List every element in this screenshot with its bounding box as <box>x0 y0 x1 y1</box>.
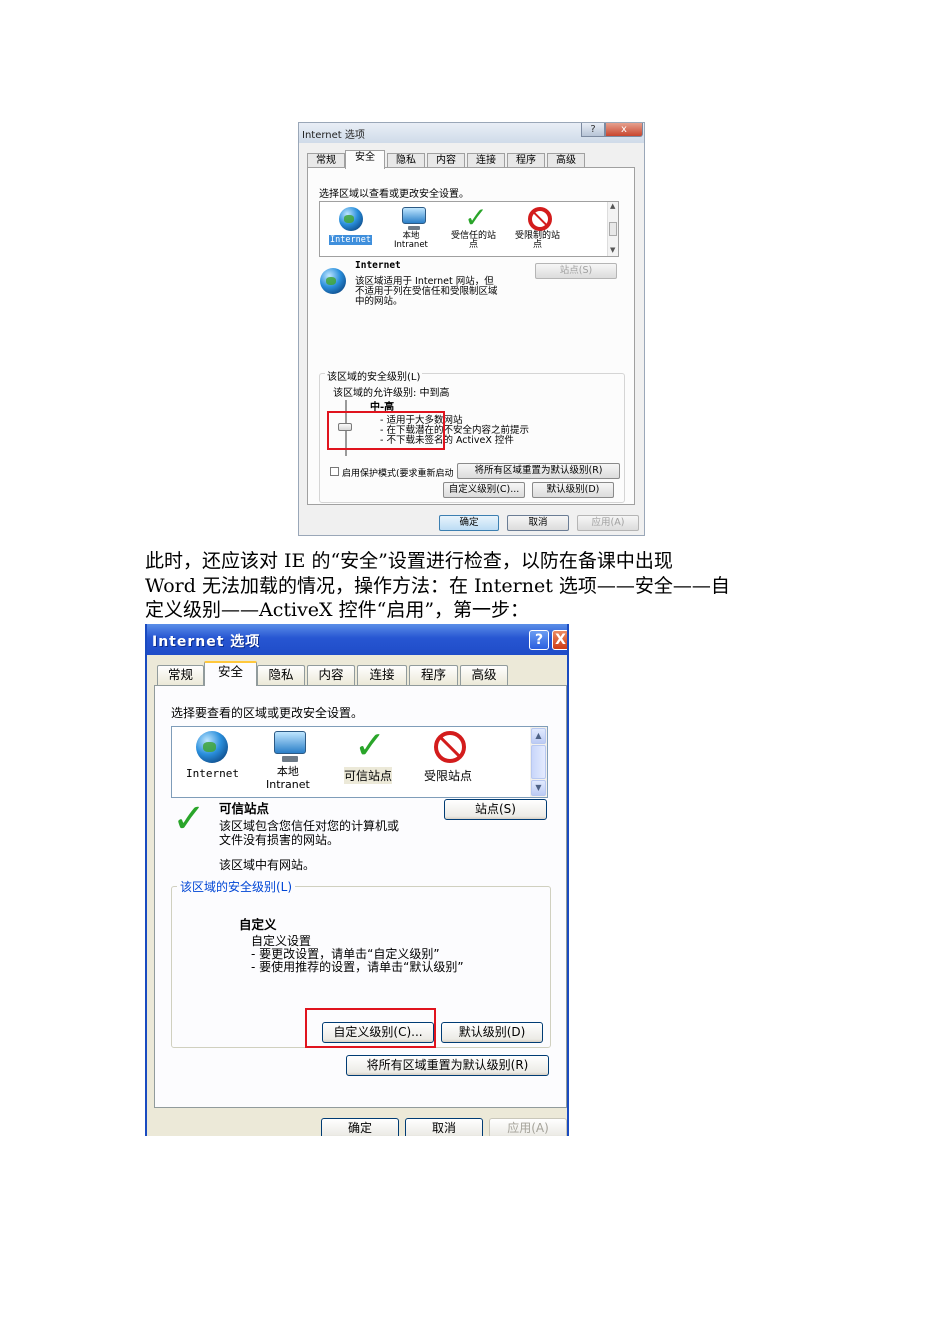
zone-label: 受限站点 <box>424 769 473 783</box>
zone-local-intranet[interactable]: 本地 Intranet <box>256 729 320 795</box>
zone-restricted-sites[interactable]: 受限站点 <box>418 729 482 795</box>
computer-icon <box>274 731 306 763</box>
sites-button[interactable]: 站点(S) <box>444 799 547 820</box>
tab-advanced[interactable]: 高级 <box>460 665 508 685</box>
zone-label: 可信站点 <box>344 767 393 784</box>
tab-general[interactable]: 常规 <box>157 665 204 685</box>
tab-privacy[interactable]: 隐私 <box>257 665 305 685</box>
tab-privacy[interactable]: 隐私 <box>387 153 425 168</box>
scroll-down-icon[interactable]: ▼ <box>531 780 546 796</box>
allowed-levels: 该区域的允许级别: 中到高 <box>333 388 450 399</box>
globe-icon <box>320 268 346 294</box>
tab-connections[interactable]: 连接 <box>467 153 505 168</box>
scroll-up-icon[interactable]: ▲ <box>531 728 546 744</box>
zone-prompt: 选择要查看的区域或更改安全设置。 <box>171 706 364 720</box>
computer-icon <box>402 207 426 231</box>
zone-trusted-sites[interactable]: ✓ 受信任的站 点 <box>448 201 506 256</box>
paragraph-line: 此时，还应该对 IE 的“安全”设置进行检查，以防在备课中出现 <box>145 550 673 572</box>
apply-button[interactable]: 应用(A) <box>577 515 639 531</box>
tab-content[interactable]: 内容 <box>307 665 355 685</box>
internet-options-dialog-xp: Internet 选项 ? X 常规 安全 隐私 内容 连接 程序 高级 选择要… <box>145 624 569 1136</box>
title-bar: Internet 选项 ? X <box>147 624 567 655</box>
internet-options-dialog-win7: Internet 选项 ? x 常规 安全 隐私 内容 连接 程序 高级 选择区… <box>298 122 645 536</box>
zone-label: 受限制的站 点 <box>515 231 561 250</box>
scroll-up-icon[interactable]: ▲ <box>610 202 615 210</box>
highlight-box-protected-mode <box>327 411 445 450</box>
paragraph-line: Word 无法加载的情况，操作方法：在 Internet 选项——安全——自 <box>145 574 730 597</box>
default-level-button[interactable]: 默认级别(D) <box>441 1022 543 1043</box>
zone-internet[interactable]: Internet <box>180 729 244 795</box>
tab-connections[interactable]: 连接 <box>357 665 407 685</box>
zone-scrollbar[interactable]: ▲ ▼ <box>530 727 547 797</box>
check-icon: ✓ <box>172 796 206 842</box>
dialog-title: Internet 选项 <box>152 634 261 650</box>
ok-button[interactable]: 确定 <box>321 1118 399 1136</box>
scroll-thumb[interactable] <box>531 745 546 779</box>
zone-description: 该区域适用于 Internet 网站，但 不适用于列在受信任和受限制区域 中的网… <box>355 276 498 307</box>
instruction-paragraph: 此时，还应该对 IE 的“安全”设置进行检查，以防在备课中出现 Word 无法加… <box>145 549 815 623</box>
no-entry-icon <box>528 207 552 231</box>
custom-level-button[interactable]: 自定义级别(C)... <box>443 482 525 498</box>
tab-programs[interactable]: 程序 <box>409 665 458 685</box>
highlight-box-custom-level <box>305 1008 436 1048</box>
zone-label: 受信任的站 点 <box>451 231 497 250</box>
cancel-button[interactable]: 取消 <box>507 515 569 531</box>
tab-general[interactable]: 常规 <box>307 153 345 168</box>
zone-internet[interactable]: Internet <box>326 204 376 256</box>
level-name: 自定义 <box>239 917 277 932</box>
apply-button[interactable]: 应用(A) <box>489 1118 567 1136</box>
help-button[interactable]: ? <box>581 123 605 137</box>
zone-prompt: 选择区域以查看或更改安全设置。 <box>319 189 469 200</box>
level-point: - 要使用推荐的设置，请单击“默认级别” <box>251 960 464 974</box>
tab-advanced[interactable]: 高级 <box>547 153 585 168</box>
zone-description: 该区域包含您信任对您的计算机或 文件没有损害的网站。 <box>219 819 400 847</box>
scroll-thumb[interactable] <box>609 222 617 236</box>
check-icon: ✓ <box>464 201 488 234</box>
paragraph-line: 定义级别——ActiveX 控件“启用”，第一步： <box>145 599 530 621</box>
protected-mode-checkbox[interactable] <box>330 467 339 476</box>
default-level-button[interactable]: 默认级别(D) <box>532 482 614 498</box>
no-entry-icon <box>434 731 466 763</box>
security-tab-panel: 选择区域以查看或更改安全设置。 Internet 本地 Intranet ✓ 受… <box>307 167 635 505</box>
zone-list: Internet 本地 Intranet ✓ 可信站点 受限站点 ▲ ▼ <box>171 723 548 798</box>
zone-restricted-sites[interactable]: 受限制的站 点 <box>512 204 572 256</box>
zone-scrollbar[interactable]: ▲ ▼ <box>607 202 618 256</box>
zone-local-intranet[interactable]: 本地 Intranet <box>388 204 438 256</box>
zone-label: 本地 Intranet <box>394 231 428 250</box>
globe-icon <box>339 207 363 231</box>
selected-zone-title: Internet <box>355 260 401 271</box>
zone-list: Internet 本地 Intranet ✓ 受信任的站 点 受限制的站 点 ▲… <box>319 201 619 257</box>
ok-button[interactable]: 确定 <box>439 515 499 531</box>
close-button[interactable]: x <box>605 123 643 137</box>
zone-label: Internet <box>329 235 372 245</box>
reset-all-zones-button[interactable]: 将所有区域重置为默认级别(R) <box>346 1055 549 1076</box>
zone-trusted-sites[interactable]: ✓ 可信站点 <box>338 723 402 795</box>
tab-content[interactable]: 内容 <box>427 153 465 168</box>
tab-security[interactable]: 安全 <box>204 661 257 686</box>
check-icon: ✓ <box>354 723 386 767</box>
cancel-button[interactable]: 取消 <box>405 1118 483 1136</box>
security-level-label: 该区域的安全级别(L) <box>325 368 423 383</box>
zone-has-sites: 该区域中有网站。 <box>219 858 316 872</box>
dialog-title: Internet 选项 <box>302 130 365 141</box>
zone-label: Internet <box>186 767 239 780</box>
close-button[interactable]: X <box>552 630 567 650</box>
tab-programs[interactable]: 程序 <box>507 153 545 168</box>
scroll-down-icon[interactable]: ▼ <box>610 246 615 254</box>
security-level-label: 该区域的安全级别(L) <box>177 878 296 895</box>
zone-label: 本地 Intranet <box>266 765 310 791</box>
help-button[interactable]: ? <box>529 630 549 650</box>
reset-all-zones-button[interactable]: 将所有区域重置为默认级别(R) <box>457 463 620 479</box>
selected-zone-title: 可信站点 <box>219 801 270 816</box>
globe-icon <box>196 731 228 763</box>
title-bar: Internet 选项 ? x <box>299 123 644 143</box>
tab-security[interactable]: 安全 <box>345 150 385 169</box>
sites-button[interactable]: 站点(S) <box>535 263 617 279</box>
